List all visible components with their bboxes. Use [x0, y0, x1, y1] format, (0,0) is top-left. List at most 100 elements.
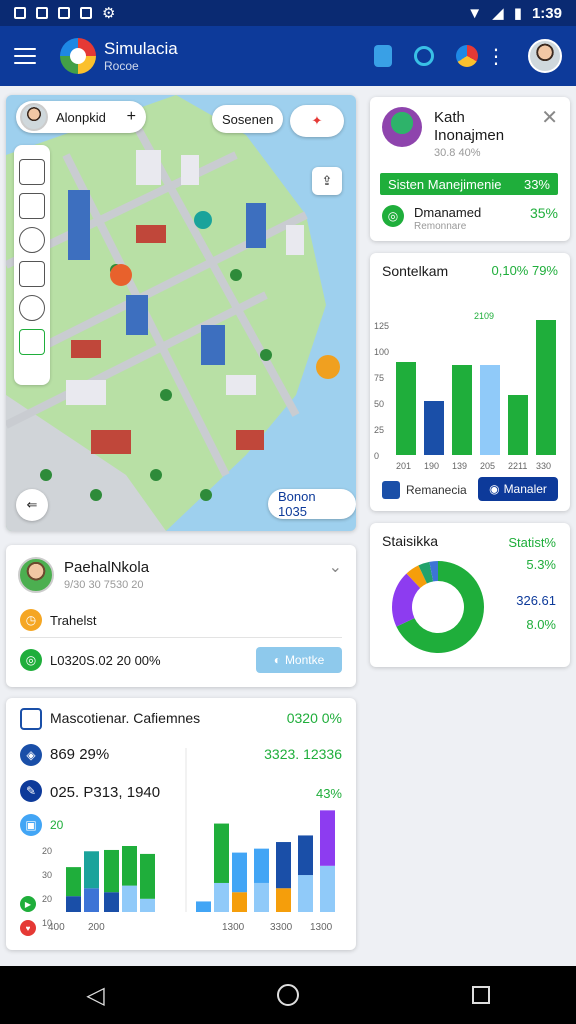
bar — [84, 851, 99, 889]
timer-icon[interactable] — [19, 295, 45, 321]
bar — [232, 852, 247, 893]
notification-icon — [36, 7, 48, 19]
user-name: Kath — [434, 109, 465, 126]
filter-label: Remanecia — [406, 483, 467, 497]
x-tick-label: 139 — [452, 461, 467, 471]
bar — [536, 320, 556, 455]
status-sub: Remonnare — [414, 221, 467, 232]
building-icon[interactable] — [19, 193, 45, 219]
bar — [66, 896, 81, 912]
bar — [396, 362, 416, 455]
share-button[interactable]: ⇪ — [312, 167, 342, 195]
menu-icon[interactable] — [14, 48, 36, 64]
eco-icon: ◎ — [20, 649, 42, 671]
avatar — [20, 103, 48, 131]
arrow-left-icon: ⇐ — [26, 497, 38, 512]
chevron-down-icon[interactable]: ⌄ — [329, 557, 342, 577]
more-icon[interactable]: ⋮ — [486, 44, 506, 69]
donut-chart-card: Staisikka Statist% 5.3% 326.61 8.0% — [370, 523, 570, 667]
status-icon: ◎ — [382, 205, 404, 227]
apps-icon[interactable] — [456, 45, 478, 67]
metrics-card: Mascotienar. Cafiemnes 0320 0% ◈ 869 29%… — [6, 698, 356, 950]
y-tick-label: 20 — [42, 894, 52, 904]
bar — [84, 888, 99, 912]
bar — [508, 395, 528, 455]
y-tick-label: 100 — [374, 347, 389, 357]
x-tick-label: 400 — [48, 922, 65, 933]
bar — [452, 365, 472, 455]
bar — [104, 892, 119, 912]
manage-label: Manaler — [503, 482, 547, 496]
x-tick-label: 1300 — [222, 922, 245, 933]
signal-icon: ◢ — [492, 5, 504, 22]
document-icon[interactable] — [19, 159, 45, 185]
filter-icon — [382, 481, 400, 499]
manage-icon: ◉ — [489, 482, 500, 496]
map-info-label: Bonon 1035 — [278, 489, 316, 519]
home-icon[interactable] — [19, 261, 45, 287]
map-info-pill[interactable]: Bonon 1035 — [268, 489, 356, 519]
monitor-icon: ◐ — [273, 653, 281, 667]
divider — [20, 637, 342, 638]
chart-value: 0,10% 79% — [491, 263, 559, 278]
x-tick-label: 3300 — [270, 922, 293, 933]
add-button[interactable]: + — [127, 108, 136, 126]
monitor-button[interactable]: ◐ Montke — [256, 647, 342, 673]
x-tick-label: 190 — [424, 461, 439, 471]
manage-button[interactable]: ◉ Manaler — [478, 477, 558, 501]
y-tick-label: 0 — [374, 451, 379, 461]
bar — [104, 849, 119, 893]
back-button[interactable]: ⇐ — [16, 489, 48, 521]
search-pill[interactable]: Sosenen — [212, 105, 284, 133]
status-bar: ⚙ ▼ ◢ ▮ 1:39 — [0, 0, 576, 26]
bar — [320, 810, 335, 866]
bar — [66, 867, 81, 897]
peak-label: 2109 — [474, 311, 494, 321]
app-bar: Simulacia Rocoe ⋮ — [0, 26, 576, 86]
chart-title: Sontelkam — [382, 263, 449, 279]
search-icon[interactable] — [19, 227, 45, 253]
layers-button[interactable]: ✦ — [290, 105, 344, 137]
x-tick-label: 200 — [88, 922, 105, 933]
bar — [214, 882, 229, 912]
document-icon[interactable] — [374, 45, 392, 67]
search-icon[interactable] — [414, 46, 434, 66]
eco-icon[interactable] — [19, 329, 45, 355]
monitor-label: Montke — [284, 653, 325, 667]
donut-value-3: 326.61 — [516, 593, 556, 608]
progress-bar: Sisten Manejimenie 33% — [380, 173, 558, 195]
close-icon[interactable]: ✕ — [541, 105, 558, 130]
map-view[interactable]: Alonpkid + Sosenen ✦ ⇪ ⇐ Bonon 1035 — [6, 95, 356, 531]
bar — [196, 901, 211, 912]
filter-button[interactable]: Remanecia — [382, 479, 467, 501]
bar — [298, 835, 313, 876]
bar — [122, 885, 137, 912]
profile-card: PaehalNkola 9/30 30 7530 20 ⌄ ◷ Trahelst… — [6, 545, 356, 687]
bar — [214, 823, 229, 883]
y-tick-label: 50 — [374, 399, 384, 409]
profile-row2: L0320S.02 20 00% — [50, 653, 161, 668]
user-summary-card: Kath Inonajmen 30.8 40% ✕ Sisten Manejim… — [370, 97, 570, 241]
status-label: Dmanamed — [414, 205, 482, 220]
battery-icon: ▮ — [513, 5, 522, 22]
app-logo — [60, 38, 96, 74]
status-value: 35% — [529, 205, 558, 221]
recents-icon[interactable] — [471, 986, 490, 1004]
play-icon: ▶ — [20, 896, 36, 912]
y-tick-label: 75 — [374, 373, 384, 383]
x-tick-label: 2211 — [508, 461, 527, 471]
y-tick-label: 25 — [374, 425, 384, 435]
bar — [298, 875, 313, 912]
donut-chart — [392, 561, 484, 653]
user-avatar — [382, 107, 422, 147]
search-label: Sosenen — [222, 111, 274, 127]
home-icon[interactable] — [277, 984, 300, 1006]
progress-label: Sisten Manejimenie — [388, 176, 502, 192]
layers-icon: ✦ — [311, 113, 323, 128]
back-icon[interactable]: ◁ — [86, 981, 104, 1010]
app-subtitle: Rocoe — [104, 59, 139, 73]
notification-icon — [80, 7, 92, 19]
location-pill[interactable]: Alonpkid + — [16, 101, 146, 133]
heart-icon: ♥ — [20, 920, 36, 936]
avatar[interactable] — [528, 39, 562, 73]
